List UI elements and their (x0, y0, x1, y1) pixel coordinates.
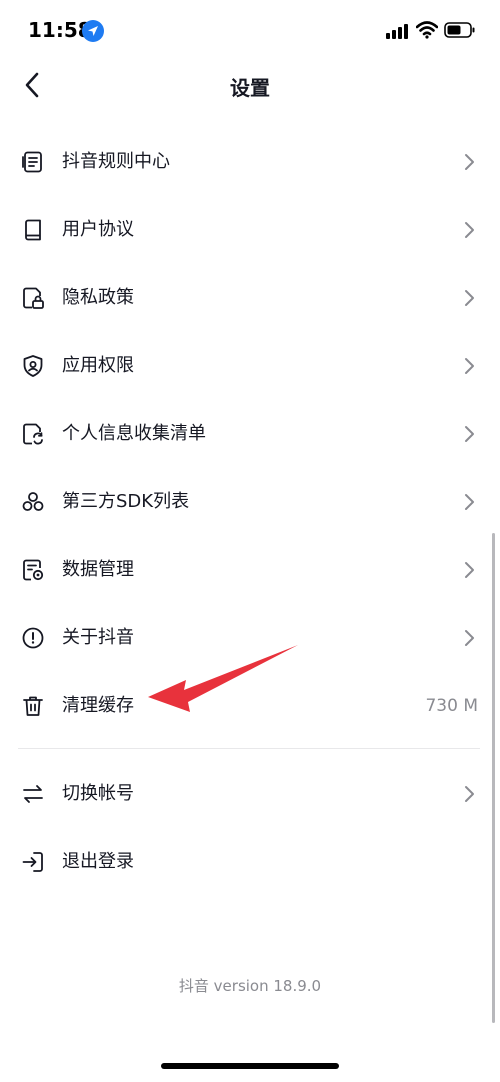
menu-item-label: 应用权限 (62, 355, 134, 376)
data-settings-icon (23, 559, 44, 581)
sdk-nodes-icon (22, 492, 44, 511)
menu-item-personal-info-list[interactable]: 个人信息收集清单 (0, 400, 500, 468)
scrollbar[interactable] (492, 533, 495, 1023)
document-list-icon (22, 151, 42, 173)
chevron-right-icon (465, 562, 474, 578)
chevron-right-icon (465, 426, 474, 442)
nav-bar: 设置 (0, 62, 500, 110)
chevron-right-icon (465, 786, 474, 802)
menu-item-user-agreement[interactable]: 用户协议 (0, 196, 500, 264)
menu-item-app-permissions[interactable]: 应用权限 (0, 332, 500, 400)
book-icon (25, 219, 41, 241)
chevron-right-icon (465, 222, 474, 238)
menu-item-label: 用户协议 (62, 219, 134, 240)
page-title: 设置 (230, 76, 270, 100)
menu-item-label: 个人信息收集清单 (62, 423, 206, 444)
chevron-right-icon (465, 630, 474, 646)
chevron-right-icon (465, 494, 474, 510)
menu-item-label: 关于抖音 (62, 627, 134, 648)
menu-item-rules-center[interactable]: 抖音规则中心 (0, 128, 500, 196)
chevron-right-icon (465, 290, 474, 306)
chevron-right-icon (465, 358, 474, 374)
logout-icon (22, 852, 43, 872)
menu-item-about[interactable]: 关于抖音 (0, 604, 500, 672)
cache-size-value: 730 M (425, 696, 478, 716)
menu-item-label: 数据管理 (62, 559, 134, 580)
info-circle-icon (22, 627, 44, 649)
signal-icon (386, 24, 408, 39)
wifi-icon (416, 21, 438, 39)
menu-item-label: 第三方SDK列表 (62, 491, 190, 512)
shield-icon (23, 355, 43, 377)
menu-item-third-party-sdk[interactable]: 第三方SDK列表 (0, 468, 500, 536)
switch-arrows-icon (23, 785, 43, 803)
menu-item-switch-account[interactable]: 切换帐号 (0, 760, 500, 828)
menu-item-clear-cache[interactable]: 清理缓存 730 M (0, 672, 500, 740)
battery-icon (444, 22, 475, 38)
document-refresh-icon (23, 423, 43, 445)
chevron-right-icon (465, 154, 474, 170)
menu-item-label: 切换帐号 (62, 783, 134, 804)
version-text: 抖音 version 18.9.0 (178, 977, 322, 995)
menu-item-label: 退出登录 (62, 851, 134, 872)
menu-item-label: 清理缓存 (62, 695, 134, 716)
menu-item-label: 隐私政策 (62, 287, 134, 308)
status-bar: 11:58 (0, 0, 500, 62)
home-indicator[interactable] (161, 1063, 339, 1069)
trash-icon (23, 696, 43, 716)
privacy-lock-icon (23, 287, 44, 309)
menu-item-logout[interactable]: 退出登录 (0, 828, 500, 896)
location-arrow-icon (82, 20, 104, 42)
menu-item-privacy-policy[interactable]: 隐私政策 (0, 264, 500, 332)
menu-item-data-management[interactable]: 数据管理 (0, 536, 500, 604)
menu-item-label: 抖音规则中心 (62, 151, 170, 172)
section-divider (18, 748, 480, 749)
